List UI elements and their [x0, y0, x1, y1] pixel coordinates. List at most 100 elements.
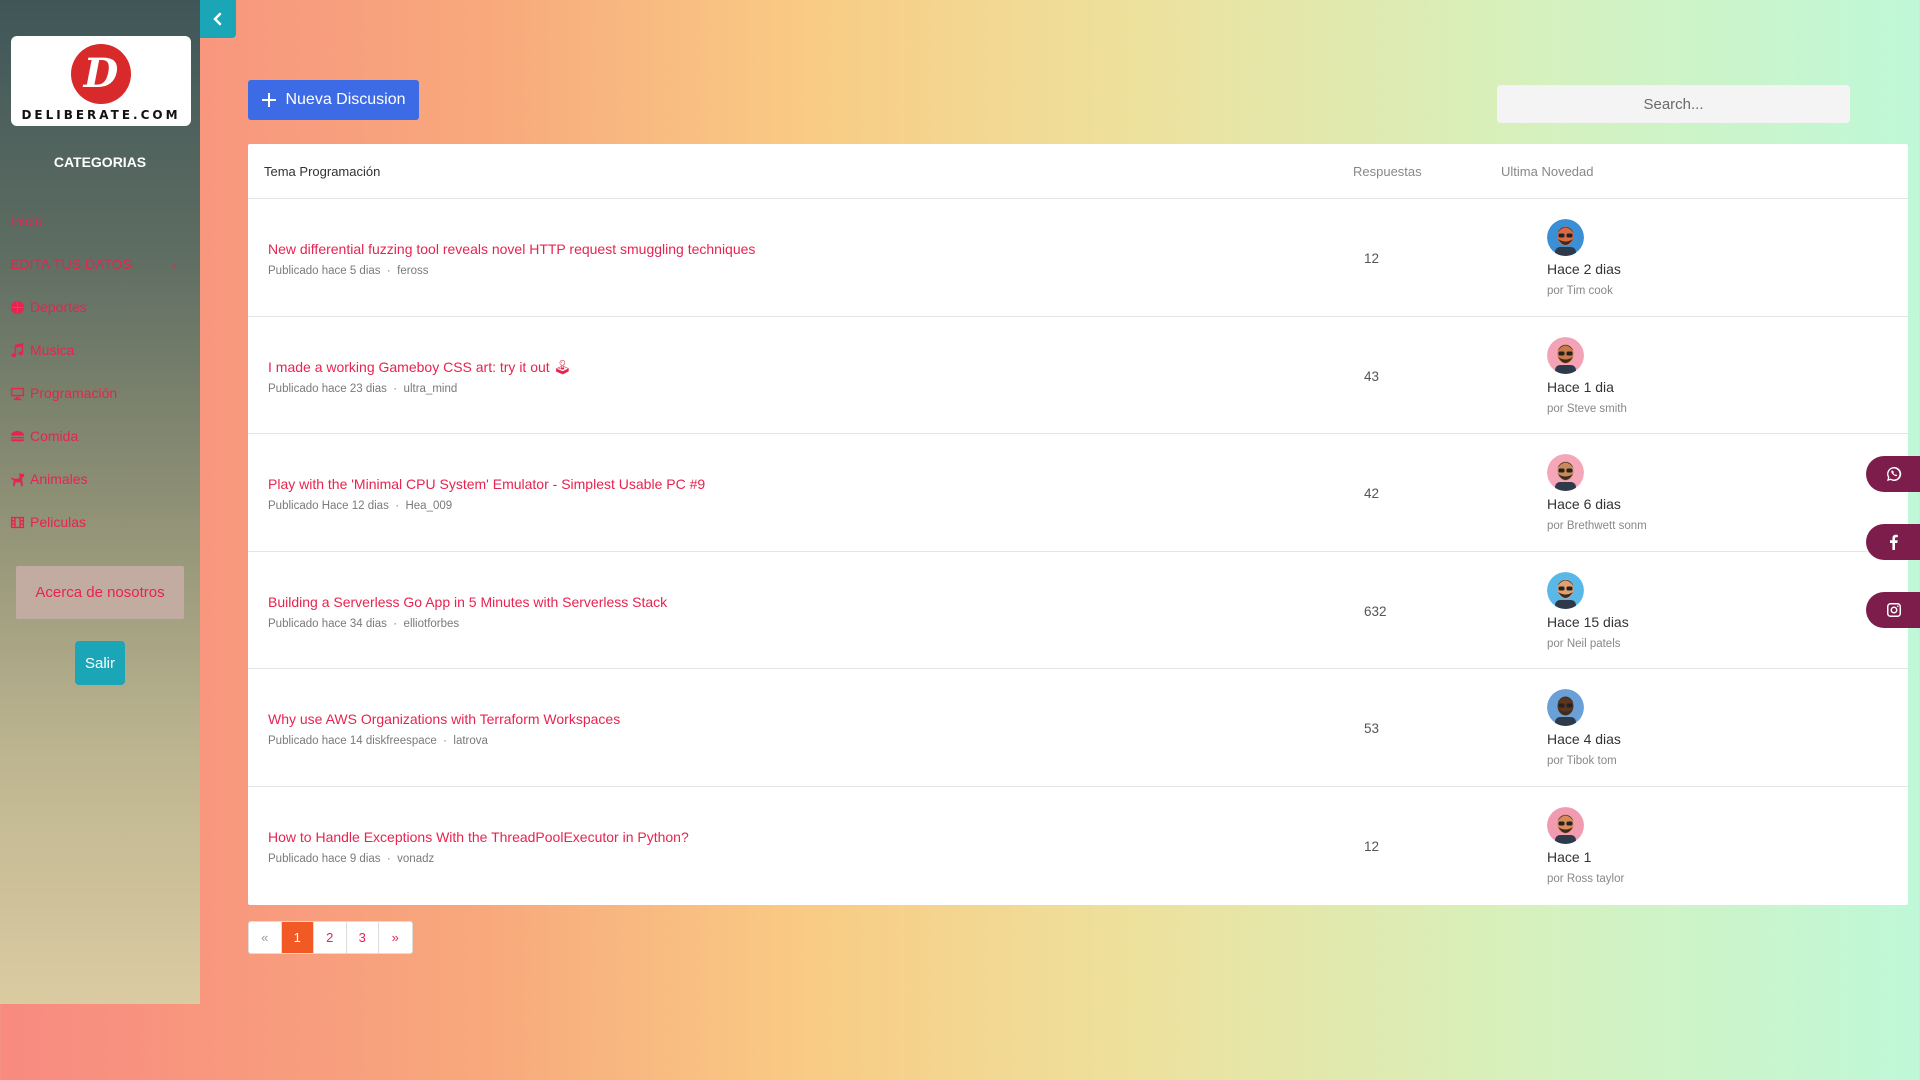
sidebar-item-label: EDITA TUS DATOS: [10, 256, 132, 272]
pagination-page-2[interactable]: 2: [314, 922, 347, 953]
sidebar-item-edit-data[interactable]: EDITA TUS DATOS: [10, 256, 132, 272]
last-activity-user[interactable]: por Neil patels: [1547, 638, 1621, 650]
author-name[interactable]: elliotforbes: [404, 618, 460, 630]
author-name[interactable]: latrova: [453, 735, 488, 747]
sidebar-item-comida[interactable]: Comida: [10, 428, 78, 444]
table-row: How to Handle Exceptions With the Thread…: [248, 787, 1908, 905]
discussion-title-link[interactable]: Why use AWS Organizations with Terraform…: [268, 711, 620, 727]
new-discussion-label: Nueva Discusion: [285, 91, 406, 108]
facebook-button[interactable]: [1866, 524, 1920, 560]
sidebar-item-animales[interactable]: Animales: [10, 471, 88, 487]
published-text: Publicado hace 23 dias: [268, 382, 387, 395]
plus-icon: [262, 93, 277, 107]
discussion-meta: Publicado hace 9 dias · vonadz: [268, 853, 434, 865]
pagination-next[interactable]: »: [379, 922, 412, 953]
last-activity-time: Hace 2 dias: [1547, 261, 1621, 277]
replies-count: 43: [1364, 368, 1380, 384]
sidebar-item-label: Musica: [30, 342, 75, 358]
discussion-title-link[interactable]: New differential fuzzing tool reveals no…: [268, 241, 755, 257]
instagram-button[interactable]: [1866, 592, 1920, 628]
discussion-title-link[interactable]: How to Handle Exceptions With the Thread…: [268, 829, 689, 845]
categories-title: CATEGORIAS: [53, 154, 147, 170]
sidebar-item-deportes[interactable]: Deportes: [10, 299, 87, 315]
logout-button[interactable]: Salir: [75, 641, 125, 685]
avatar-icon: [1547, 689, 1584, 727]
last-activity-user[interactable]: por Steve smith: [1547, 403, 1627, 415]
new-discussion-button[interactable]: Nueva Discusion: [248, 80, 419, 120]
header-latest: Ultima Novedad: [1501, 164, 1594, 179]
music-icon: [11, 342, 24, 357]
discussion-meta: Publicado hace 23 dias · ultra_mind: [268, 383, 457, 395]
sidebar-item-musica[interactable]: Musica: [10, 342, 74, 358]
discussion-title-link[interactable]: Building a Serverless Go App in 5 Minute…: [268, 594, 667, 610]
last-activity-user[interactable]: por Tim cook: [1547, 285, 1613, 297]
instagram-icon: [1887, 603, 1901, 617]
facebook-icon: [1890, 534, 1898, 550]
sidebar-item-label: Deportes: [30, 299, 87, 315]
search-input[interactable]: [1497, 85, 1850, 123]
discussion-title-link[interactable]: Play with the 'Minimal CPU System' Emula…: [268, 476, 705, 492]
avatar-icon: [1547, 571, 1584, 609]
desktop-icon: [10, 387, 25, 400]
meta-separator: ·: [388, 500, 406, 513]
last-activity-time: Hace 15 dias: [1547, 613, 1629, 630]
author-name[interactable]: vonadz: [397, 853, 434, 865]
last-activity-user[interactable]: por Brethwett sonm: [1547, 520, 1647, 532]
last-activity-time: Hace 1 dia: [1547, 378, 1614, 395]
discussion-meta: Publicado hace 14 diskfreespace · latrov…: [268, 735, 488, 747]
author-name[interactable]: ultra_mind: [404, 383, 458, 395]
last-activity-time: Hace 6 dias: [1547, 496, 1621, 513]
collapse-sidebar-button[interactable]: [200, 0, 236, 38]
published-text: Publicado hace 14 diskfreespace: [268, 735, 437, 748]
sidebar-item-label: Programación: [30, 385, 118, 401]
avatar-icon: [1547, 336, 1584, 374]
table-row: New differential fuzzing tool reveals no…: [248, 199, 1908, 317]
whatsapp-button[interactable]: [1866, 456, 1920, 492]
dog-icon: [10, 472, 25, 486]
sidebar-item-inicio[interactable]: Inicio: [10, 213, 43, 229]
meta-separator: ·: [436, 735, 454, 748]
replies-count: 632: [1364, 603, 1387, 619]
avatar[interactable]: [1547, 571, 1584, 609]
replies-count: 12: [1364, 251, 1380, 266]
avatar-icon: [1547, 219, 1584, 256]
avatar[interactable]: [1547, 219, 1584, 256]
basketball-icon: [10, 300, 25, 314]
published-text: Publicado hace 34 dias: [268, 617, 387, 630]
sidebar-item-peliculas[interactable]: Peliculas: [10, 514, 86, 530]
last-activity-time: Hace 4 dias: [1547, 731, 1621, 748]
sidebar-item-programacion[interactable]: Programación: [10, 385, 117, 401]
last-activity-user[interactable]: por Ross taylor: [1547, 873, 1624, 885]
discussion-meta: Publicado Hace 12 dias · Hea_009: [268, 500, 452, 512]
sidebar-item-label: Peliculas: [30, 514, 87, 530]
sidebar: D DELIBERATE.COM CATEGORIAS Inicio EDITA…: [0, 0, 200, 1004]
pagination-page-3[interactable]: 3: [347, 922, 379, 953]
published-text: Publicado hace 5 dias: [268, 265, 381, 277]
author-name[interactable]: Hea_009: [405, 500, 452, 512]
meta-separator: ·: [380, 265, 398, 277]
discussion-title-link[interactable]: I made a working Gameboy CSS art: try it…: [268, 359, 571, 376]
pagination: « 1 2 3 »: [248, 921, 413, 954]
chevron-right-icon: ›: [172, 258, 177, 273]
meta-separator: ·: [386, 617, 404, 630]
about-us-button[interactable]: Acerca de nosotros: [16, 566, 184, 619]
avatar[interactable]: [1547, 336, 1584, 374]
table-row: Play with the 'Minimal CPU System' Emula…: [248, 434, 1908, 552]
sidebar-item-label: Animales: [30, 471, 88, 487]
avatar[interactable]: [1547, 689, 1584, 727]
brand-logo[interactable]: D DELIBERATE.COM: [11, 36, 191, 126]
pagination-prev[interactable]: «: [249, 922, 282, 953]
pagination-page-1[interactable]: 1: [281, 922, 314, 953]
avatar[interactable]: [1547, 454, 1584, 492]
published-text: Publicado Hace 12 dias: [268, 500, 389, 513]
food-icon: [10, 430, 25, 441]
table-header: Tema Programación Respuestas Ultima Nove…: [248, 144, 1908, 199]
author-name[interactable]: feross: [397, 265, 428, 277]
logo-mark: D: [71, 44, 131, 104]
last-activity-time: Hace 1: [1547, 848, 1592, 865]
chevron-left-icon: [213, 12, 222, 26]
last-activity-user[interactable]: por Tibok tom: [1547, 755, 1617, 767]
replies-count: 42: [1364, 486, 1380, 502]
discussion-table: Tema Programación Respuestas Ultima Nove…: [248, 144, 1908, 905]
avatar[interactable]: [1547, 806, 1584, 844]
